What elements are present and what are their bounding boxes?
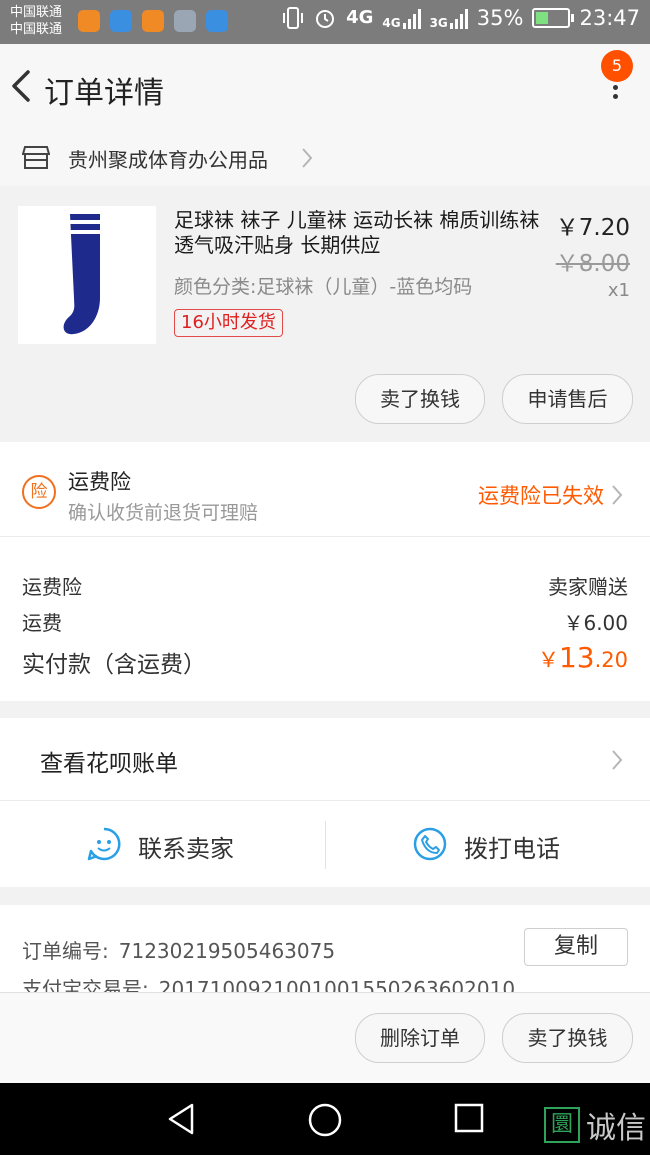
alipay-number: 2017100921001001550263602010	[158, 977, 516, 992]
delete-order-button[interactable]: 删除订单	[355, 1013, 485, 1063]
product-thumbnail[interactable]	[18, 206, 156, 344]
battery-percent: 35%	[476, 6, 524, 30]
insurance-icon: 险	[22, 475, 56, 509]
alarm-icon	[316, 10, 335, 28]
insurance-cost-label: 运费险	[22, 575, 82, 599]
huabei-bill-label[interactable]: 查看花呗账单	[40, 744, 178, 778]
network-type-1: 4G	[346, 7, 374, 28]
cost-summary: 运费险 卖家赠送 运费 ￥6.00 实付款（含运费） ￥13.20	[0, 537, 650, 701]
insurance-status[interactable]: 运费险已失效	[478, 480, 604, 510]
sell-for-cash-button[interactable]: 卖了换钱	[502, 1013, 633, 1063]
product-original-price: ￥8.00	[555, 251, 630, 277]
contact-seller-button[interactable]: 联系卖家	[0, 801, 325, 887]
sell-item-button[interactable]: 卖了换钱	[355, 374, 485, 424]
order-number-line: 订单编号: 71230219505463075	[22, 935, 335, 964]
nav-home-icon[interactable]	[306, 1101, 344, 1139]
insurance-title: 运费险	[68, 470, 131, 494]
total-integer: 13	[558, 641, 595, 674]
shipping-time-tag: 16小时发货	[174, 309, 283, 337]
order-info: 订单编号: 71230219505463075 复制 支付宝交易号: 2017100…	[0, 905, 650, 992]
chevron-right-icon	[612, 485, 623, 505]
signal-group-1: 4G	[382, 7, 421, 30]
nav-recents-icon[interactable]	[452, 1101, 486, 1137]
signal-group-2: 3G	[430, 7, 468, 29]
bottom-action-bar: 删除订单 卖了换钱	[0, 992, 650, 1084]
huabei-bill-row[interactable]: 查看花呗账单	[0, 718, 650, 801]
signal-strength-icon	[449, 7, 468, 29]
total-decimal: .20	[594, 648, 628, 672]
alipay-number-line: 支付宝交易号: 2017100921001001550263602010	[22, 973, 515, 992]
navigation-bar: 圜 诚信	[0, 1083, 650, 1155]
gallery-icon	[174, 10, 196, 32]
status-bar: 中国联通 中国联通 4G 4G 3G 35% 23:47	[0, 0, 650, 44]
shipping-cost-value: ￥6.00	[563, 611, 628, 635]
bird-app-icon	[206, 10, 228, 32]
order-number-label: 订单编号:	[22, 939, 109, 963]
product-title[interactable]: 足球袜 袜子 儿童袜 运动长袜 棉质训练袜 透气吸汗贴身 长期供应	[174, 208, 546, 258]
copy-button[interactable]: 复制	[524, 928, 628, 966]
sock-image	[63, 214, 100, 335]
order-number: 71230219505463075	[118, 939, 336, 963]
shop-row[interactable]: 贵州聚成体育办公用品	[0, 130, 650, 186]
notification-badge: 5	[601, 50, 633, 82]
product-sku: 颜色分类:足球袜（儿童）-蓝色均码	[174, 276, 473, 298]
chat-face-icon	[87, 827, 121, 861]
watermark-text: 诚信	[586, 1111, 646, 1146]
signal-strength-icon	[402, 7, 421, 29]
watermark-logo: 圜	[544, 1107, 580, 1143]
uc-browser-icon	[142, 10, 164, 32]
product-quantity: x1	[607, 280, 630, 301]
call-phone-label: 拨打电话	[464, 835, 560, 863]
carrier-labels: 中国联通 中国联通	[10, 4, 62, 38]
insurance-cost-value: 卖家赠送	[548, 575, 628, 599]
shop-name[interactable]: 贵州聚成体育办公用品	[68, 144, 268, 173]
store-icon	[22, 146, 50, 169]
product-item: 足球袜 袜子 儿童袜 运动长袜 棉质训练袜 透气吸汗贴身 长期供应 颜色分类:足…	[0, 196, 650, 442]
total-currency: ￥	[537, 648, 559, 672]
shipping-cost-label: 运费	[22, 611, 62, 635]
alipay-number-label: 支付宝交易号:	[22, 977, 149, 992]
back-arrow-icon[interactable]	[8, 66, 40, 106]
apply-aftersale-button[interactable]: 申请售后	[502, 374, 633, 424]
carrier-2: 中国联通	[10, 22, 63, 37]
contact-row: 联系卖家 拨打电话	[0, 801, 650, 887]
call-phone-button[interactable]: 拨打电话	[326, 801, 650, 887]
total-paid-value: ￥13.20	[538, 641, 628, 674]
network-type-2: 4G	[382, 16, 401, 30]
notification-icons	[78, 10, 228, 32]
status-indicators: 4G 4G 3G 35% 23:47	[282, 6, 640, 30]
vibrate-icon	[283, 7, 304, 29]
contact-seller-label: 联系卖家	[138, 835, 234, 863]
network-type-3: 3G	[429, 16, 448, 30]
site-watermark: 圜 诚信	[544, 1103, 646, 1147]
carrier-1: 中国联通	[10, 5, 63, 20]
freight-insurance-row[interactable]: 险 运费险 确认收货前退货可理赔 运费险已失效	[0, 442, 650, 537]
health-app-icon	[110, 10, 132, 32]
page-title: 订单详情	[44, 76, 164, 111]
total-paid-label: 实付款（含运费）	[22, 652, 206, 678]
chevron-right-icon	[612, 750, 623, 770]
chevron-right-icon	[302, 148, 313, 168]
insurance-subtitle: 确认收货前退货可理赔	[68, 502, 259, 524]
clock: 23:47	[579, 6, 640, 30]
app-header: 订单详情 5	[0, 44, 650, 131]
uc-browser-icon	[78, 10, 100, 32]
nav-back-icon[interactable]	[164, 1101, 198, 1137]
battery-icon	[532, 8, 575, 28]
product-price: ￥7.20	[555, 215, 630, 241]
phone-icon	[413, 827, 447, 861]
